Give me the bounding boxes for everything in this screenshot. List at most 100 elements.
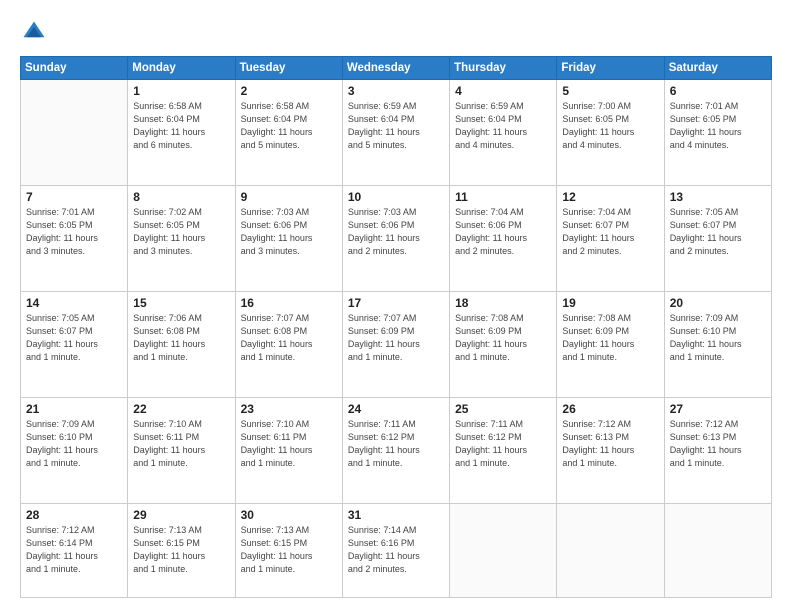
- day-cell: [21, 80, 128, 186]
- day-cell: 16 Sunrise: 7:07 AM Sunset: 6:08 PM Dayli…: [235, 292, 342, 398]
- day-info: Sunrise: 6:58 AM Sunset: 6:04 PM Dayligh…: [241, 100, 337, 152]
- day-number: 18: [455, 296, 551, 310]
- day-cell: 19 Sunrise: 7:08 AM Sunset: 6:09 PM Dayli…: [557, 292, 664, 398]
- day-cell: 29Sunrise: 7:13 AM Sunset: 6:15 PM Dayli…: [128, 504, 235, 598]
- day-cell: 21 Sunrise: 7:09 AM Sunset: 6:10 PM Dayli…: [21, 398, 128, 504]
- weekday-header-saturday: Saturday: [664, 57, 771, 80]
- day-number: 23: [241, 402, 337, 416]
- day-cell: 28 Sunrise: 7:12 AM Sunset: 6:14 PM Dayli…: [21, 504, 128, 598]
- day-number: 3: [348, 84, 444, 98]
- day-info: Sunrise: 7:11 AM Sunset: 6:12 PM Dayligh…: [455, 418, 551, 470]
- day-info: Sunrise: 7:02 AM Sunset: 6:05 PM Dayligh…: [133, 206, 229, 258]
- day-number: 31: [348, 508, 444, 522]
- day-info: Sunrise: 7:07 AM Sunset: 6:09 PM Dayligh…: [348, 312, 444, 364]
- day-info: Sunrise: 7:09 AM Sunset: 6:10 PM Dayligh…: [26, 418, 122, 470]
- day-cell: 5 Sunrise: 7:00 AM Sunset: 6:05 PM Daylig…: [557, 80, 664, 186]
- logo-icon: [20, 18, 48, 46]
- day-info: Sunrise: 6:59 AM Sunset: 6:04 PM Dayligh…: [455, 100, 551, 152]
- day-cell: 2 Sunrise: 6:58 AM Sunset: 6:04 PM Daylig…: [235, 80, 342, 186]
- day-cell: 13Sunrise: 7:05 AM Sunset: 6:07 PM Dayli…: [664, 186, 771, 292]
- day-info: Sunrise: 7:12 AM Sunset: 6:13 PM Dayligh…: [562, 418, 658, 470]
- weekday-header-row: SundayMondayTuesdayWednesdayThursdayFrid…: [21, 57, 772, 80]
- day-info: Sunrise: 7:00 AM Sunset: 6:05 PM Dayligh…: [562, 100, 658, 152]
- day-info: Sunrise: 7:01 AM Sunset: 6:05 PM Dayligh…: [26, 206, 122, 258]
- day-number: 12: [562, 190, 658, 204]
- day-cell: 23 Sunrise: 7:10 AM Sunset: 6:11 PM Dayli…: [235, 398, 342, 504]
- day-cell: 1 Sunrise: 6:58 AM Sunset: 6:04 PM Daylig…: [128, 80, 235, 186]
- day-cell: 7 Sunrise: 7:01 AM Sunset: 6:05 PM Daylig…: [21, 186, 128, 292]
- day-cell: [664, 504, 771, 598]
- day-info: Sunrise: 7:11 AM Sunset: 6:12 PM Dayligh…: [348, 418, 444, 470]
- day-cell: [557, 504, 664, 598]
- day-cell: 27 Sunrise: 7:12 AM Sunset: 6:13 PM Dayli…: [664, 398, 771, 504]
- day-cell: 12 Sunrise: 7:04 AM Sunset: 6:07 PM Dayli…: [557, 186, 664, 292]
- weekday-header-sunday: Sunday: [21, 57, 128, 80]
- day-number: 27: [670, 402, 766, 416]
- day-number: 25: [455, 402, 551, 416]
- week-row-2: 7 Sunrise: 7:01 AM Sunset: 6:05 PM Daylig…: [21, 186, 772, 292]
- day-info: Sunrise: 7:13 AM Sunset: 6:15 PM Dayligh…: [133, 524, 229, 576]
- week-row-3: 14Sunrise: 7:05 AM Sunset: 6:07 PM Dayli…: [21, 292, 772, 398]
- day-info: Sunrise: 7:08 AM Sunset: 6:09 PM Dayligh…: [455, 312, 551, 364]
- day-cell: 6Sunrise: 7:01 AM Sunset: 6:05 PM Daylig…: [664, 80, 771, 186]
- day-cell: 18 Sunrise: 7:08 AM Sunset: 6:09 PM Dayli…: [450, 292, 557, 398]
- day-info: Sunrise: 6:59 AM Sunset: 6:04 PM Dayligh…: [348, 100, 444, 152]
- day-number: 9: [241, 190, 337, 204]
- day-cell: 22Sunrise: 7:10 AM Sunset: 6:11 PM Dayli…: [128, 398, 235, 504]
- day-number: 15: [133, 296, 229, 310]
- day-info: Sunrise: 7:04 AM Sunset: 6:07 PM Dayligh…: [562, 206, 658, 258]
- weekday-header-thursday: Thursday: [450, 57, 557, 80]
- day-number: 20: [670, 296, 766, 310]
- day-cell: 31 Sunrise: 7:14 AM Sunset: 6:16 PM Dayli…: [342, 504, 449, 598]
- day-info: Sunrise: 7:12 AM Sunset: 6:13 PM Dayligh…: [670, 418, 766, 470]
- day-number: 16: [241, 296, 337, 310]
- day-number: 7: [26, 190, 122, 204]
- day-info: Sunrise: 7:12 AM Sunset: 6:14 PM Dayligh…: [26, 524, 122, 576]
- day-info: Sunrise: 6:58 AM Sunset: 6:04 PM Dayligh…: [133, 100, 229, 152]
- day-cell: 10 Sunrise: 7:03 AM Sunset: 6:06 PM Dayli…: [342, 186, 449, 292]
- day-cell: 8 Sunrise: 7:02 AM Sunset: 6:05 PM Daylig…: [128, 186, 235, 292]
- day-info: Sunrise: 7:03 AM Sunset: 6:06 PM Dayligh…: [241, 206, 337, 258]
- day-cell: 14Sunrise: 7:05 AM Sunset: 6:07 PM Dayli…: [21, 292, 128, 398]
- week-row-5: 28 Sunrise: 7:12 AM Sunset: 6:14 PM Dayli…: [21, 504, 772, 598]
- day-info: Sunrise: 7:07 AM Sunset: 6:08 PM Dayligh…: [241, 312, 337, 364]
- day-number: 11: [455, 190, 551, 204]
- page: SundayMondayTuesdayWednesdayThursdayFrid…: [0, 0, 792, 612]
- day-number: 19: [562, 296, 658, 310]
- day-number: 8: [133, 190, 229, 204]
- day-number: 30: [241, 508, 337, 522]
- day-info: Sunrise: 7:14 AM Sunset: 6:16 PM Dayligh…: [348, 524, 444, 576]
- calendar-table: SundayMondayTuesdayWednesdayThursdayFrid…: [20, 56, 772, 598]
- week-row-1: 1 Sunrise: 6:58 AM Sunset: 6:04 PM Daylig…: [21, 80, 772, 186]
- week-row-4: 21 Sunrise: 7:09 AM Sunset: 6:10 PM Dayli…: [21, 398, 772, 504]
- day-cell: 26Sunrise: 7:12 AM Sunset: 6:13 PM Dayli…: [557, 398, 664, 504]
- day-info: Sunrise: 7:06 AM Sunset: 6:08 PM Dayligh…: [133, 312, 229, 364]
- weekday-header-wednesday: Wednesday: [342, 57, 449, 80]
- day-number: 22: [133, 402, 229, 416]
- day-info: Sunrise: 7:09 AM Sunset: 6:10 PM Dayligh…: [670, 312, 766, 364]
- day-info: Sunrise: 7:08 AM Sunset: 6:09 PM Dayligh…: [562, 312, 658, 364]
- day-number: 2: [241, 84, 337, 98]
- day-cell: 25 Sunrise: 7:11 AM Sunset: 6:12 PM Dayli…: [450, 398, 557, 504]
- header: [20, 18, 772, 46]
- day-info: Sunrise: 7:05 AM Sunset: 6:07 PM Dayligh…: [670, 206, 766, 258]
- day-info: Sunrise: 7:05 AM Sunset: 6:07 PM Dayligh…: [26, 312, 122, 364]
- day-info: Sunrise: 7:03 AM Sunset: 6:06 PM Dayligh…: [348, 206, 444, 258]
- weekday-header-friday: Friday: [557, 57, 664, 80]
- day-info: Sunrise: 7:04 AM Sunset: 6:06 PM Dayligh…: [455, 206, 551, 258]
- day-number: 5: [562, 84, 658, 98]
- day-number: 21: [26, 402, 122, 416]
- day-info: Sunrise: 7:10 AM Sunset: 6:11 PM Dayligh…: [241, 418, 337, 470]
- logo: [20, 18, 52, 46]
- day-number: 1: [133, 84, 229, 98]
- day-number: 10: [348, 190, 444, 204]
- day-cell: 20 Sunrise: 7:09 AM Sunset: 6:10 PM Dayli…: [664, 292, 771, 398]
- weekday-header-tuesday: Tuesday: [235, 57, 342, 80]
- day-number: 17: [348, 296, 444, 310]
- day-cell: [450, 504, 557, 598]
- day-number: 4: [455, 84, 551, 98]
- day-cell: 15 Sunrise: 7:06 AM Sunset: 6:08 PM Dayli…: [128, 292, 235, 398]
- day-cell: 24Sunrise: 7:11 AM Sunset: 6:12 PM Dayli…: [342, 398, 449, 504]
- day-number: 28: [26, 508, 122, 522]
- day-cell: 3 Sunrise: 6:59 AM Sunset: 6:04 PM Daylig…: [342, 80, 449, 186]
